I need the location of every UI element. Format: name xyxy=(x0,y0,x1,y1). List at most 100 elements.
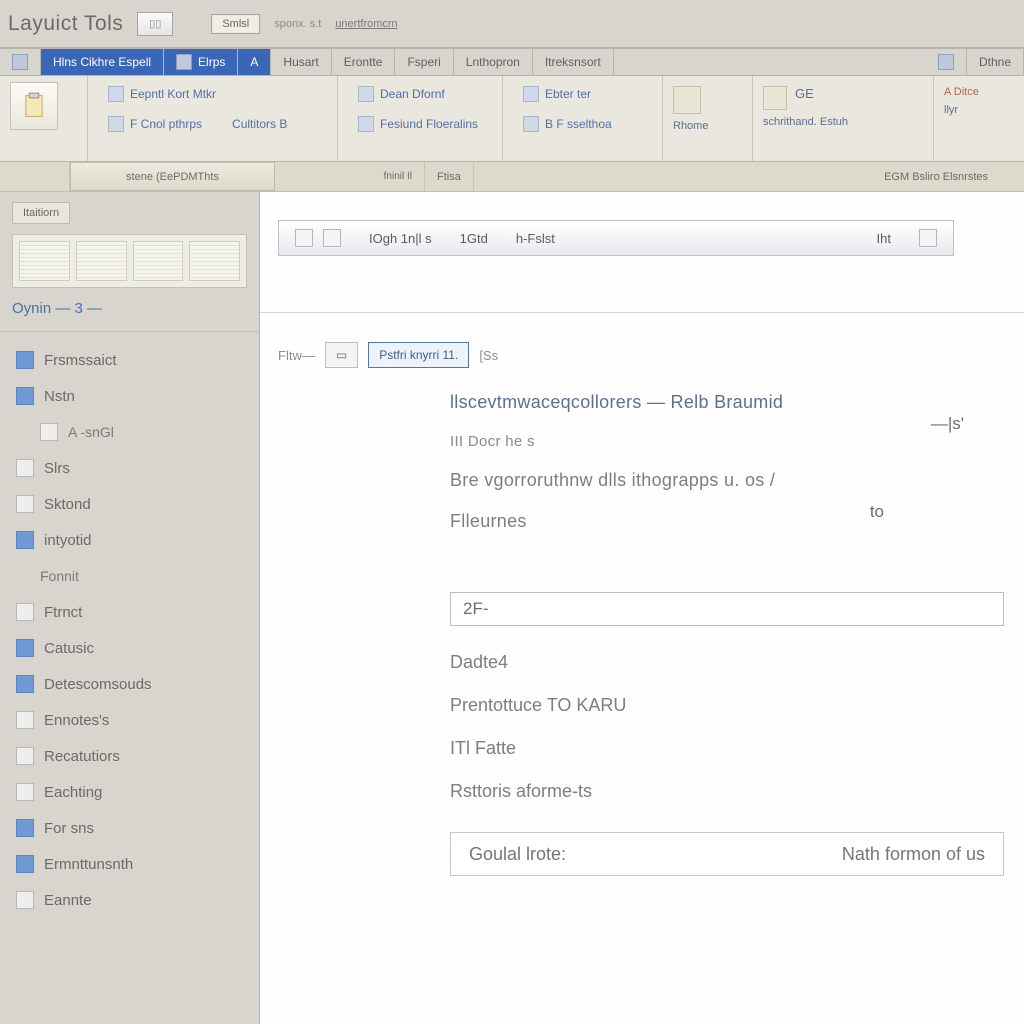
context-link[interactable]: unertfromcrn xyxy=(335,18,397,30)
sidebar-item[interactable]: intyotid xyxy=(0,522,259,558)
label: Sktond xyxy=(44,496,91,513)
tool-icon[interactable] xyxy=(763,86,787,110)
rbtn-ebt[interactable]: Ebter ter xyxy=(513,82,601,106)
tab-label: A xyxy=(250,55,258,69)
box-icon[interactable] xyxy=(323,229,341,247)
table-icon xyxy=(523,86,539,102)
mid-tab-selected[interactable]: Pstfri knyrri 11. xyxy=(368,342,469,368)
rbtn-cult[interactable]: Cultitors B xyxy=(222,112,297,136)
after-label: [Ss xyxy=(479,348,498,363)
value-input[interactable]: 2F- xyxy=(450,592,1004,626)
sidebar-item[interactable]: Slrs xyxy=(0,450,259,486)
sidebar-list: Frsmssaict Nstn A -snGl Slrs Sktond inty… xyxy=(0,332,259,1024)
label: Frsmssaict xyxy=(44,352,117,369)
sidebar-item[interactable]: A -snGl xyxy=(0,414,259,450)
sidebar-item[interactable]: Eachting xyxy=(0,774,259,810)
tab-label: Elrps xyxy=(198,55,225,69)
thumb-icon[interactable] xyxy=(189,241,240,281)
prop-d: Iht xyxy=(877,231,891,246)
file-icon xyxy=(12,54,28,70)
tab-home[interactable]: Hlns Cikhre Espell xyxy=(41,49,164,75)
person-icon xyxy=(16,819,34,837)
subbar-detail[interactable]: EGM Bsliro Elsnrstes xyxy=(872,162,1024,191)
sidebar-chip[interactable]: Itaitiorn xyxy=(12,202,70,224)
rbtn-cnol[interactable]: F Cnol pthrps xyxy=(98,112,212,136)
sidebar-item[interactable]: Sktond xyxy=(0,486,259,522)
subbar-title[interactable]: stene (EePDMThts xyxy=(70,162,275,191)
mid-tab[interactable]: ▭ xyxy=(325,342,358,368)
prop-b: 1Gtd xyxy=(460,231,488,246)
label[interactable]: llyr xyxy=(944,104,979,116)
thumb-icon[interactable] xyxy=(133,241,184,281)
label: intyotid xyxy=(44,532,92,549)
box-icon[interactable] xyxy=(295,229,313,247)
sidebar-item[interactable]: Fonnit xyxy=(0,558,259,594)
tab-home-3[interactable]: A xyxy=(238,49,271,75)
paste-icon xyxy=(20,92,48,120)
sub-bar: stene (EePDMThts fninil Il Ftisa EGM Bsl… xyxy=(0,162,1024,192)
rbtn-fesi[interactable]: Fesiund Floeralins xyxy=(348,112,488,136)
subbar-left[interactable] xyxy=(0,162,70,191)
tab-insert[interactable]: Husart xyxy=(271,49,331,75)
label: Slrs xyxy=(44,460,70,477)
sidebar-thumbnails[interactable] xyxy=(12,234,247,288)
sidebar-item[interactable]: Catusic xyxy=(0,630,259,666)
label: GE xyxy=(795,86,814,110)
main: Itaitiorn Oynin — 3 — Frsmssaict Nstn A … xyxy=(0,192,1024,1024)
footer-input[interactable]: Goulal lrote: Nath formon of us xyxy=(450,832,1004,876)
ribbon-group-2: Dean Dfornf Fesiund Floeralins xyxy=(338,76,503,161)
text-line: Flleurnes xyxy=(450,511,1004,532)
text-line: Bre vgorroruthnw dlls ithograpps u. os / xyxy=(450,470,1004,491)
sidebar-item[interactable]: Frsmssaict xyxy=(0,342,259,378)
rbtn-kort[interactable]: Eepntl Kort Mtkr xyxy=(98,82,226,106)
label: Rhome xyxy=(673,120,708,132)
pager-icon[interactable]: ▯▯ xyxy=(137,12,173,36)
sidebar-item[interactable]: Ermnttunsnth xyxy=(0,846,259,882)
thumb-icon[interactable] xyxy=(19,241,70,281)
rbtn-ssel[interactable]: B F sselthoa xyxy=(513,112,622,136)
thumb-icon[interactable] xyxy=(76,241,127,281)
tab-file[interactable] xyxy=(0,49,41,75)
doc-icon xyxy=(108,116,124,132)
property-bar[interactable]: IOgh 1n|l s 1Gtd h-Fslst Iht xyxy=(278,220,954,256)
sidebar-item[interactable]: For sns xyxy=(0,810,259,846)
plus-icon[interactable] xyxy=(919,229,937,247)
context-meta: sponx. s.t xyxy=(274,18,321,30)
paste-button[interactable] xyxy=(10,82,58,130)
prop-a: IOgh 1n|l s xyxy=(369,231,432,246)
pic-icon[interactable] xyxy=(611,82,635,106)
footer-left: Goulal lrote: xyxy=(469,844,566,865)
label: B F sselthoa xyxy=(545,117,612,131)
subbar-mid[interactable]: Ftisa xyxy=(425,162,474,191)
doc-icon xyxy=(358,86,374,102)
label: For sns xyxy=(44,820,94,837)
sidebar-item[interactable]: Ftrnct xyxy=(0,594,259,630)
context-chip[interactable]: Smlsl xyxy=(211,14,260,34)
tab-end[interactable]: Dthne xyxy=(967,49,1024,75)
sidebar-item[interactable]: Eannte xyxy=(0,882,259,918)
label[interactable]: A Ditce xyxy=(944,86,979,98)
doc-icon xyxy=(16,783,34,801)
label: Eachting xyxy=(44,784,102,801)
tab-review[interactable]: Itreksnsort xyxy=(533,49,614,75)
ribbon-group-4: Rhome xyxy=(663,76,753,161)
gear-icon xyxy=(938,54,954,70)
canvas: IOgh 1n|l s 1Gtd h-Fslst Iht Fltw— ▭ Pst… xyxy=(260,192,1024,1024)
tab-fsperi[interactable]: Fsperi xyxy=(395,49,453,75)
sidebar-item[interactable]: Nstn xyxy=(0,378,259,414)
sidebar-item[interactable]: Ennotes's xyxy=(0,702,259,738)
mid-tab-row: Fltw— ▭ Pstfri knyrri 11. [Ss xyxy=(278,342,498,368)
tab-format[interactable]: Erontte xyxy=(332,49,396,75)
tab-help-icon[interactable] xyxy=(926,49,967,75)
label: F Cnol pthrps xyxy=(130,117,202,131)
sidebar-item[interactable]: Detescomsouds xyxy=(0,666,259,702)
doc-icon xyxy=(16,495,34,513)
sidebar-item[interactable]: Recatutiors xyxy=(0,738,259,774)
label: Eepntl Kort Mtkr xyxy=(130,87,216,101)
tab-home-2[interactable]: Elrps xyxy=(164,49,238,75)
to-label: to xyxy=(870,502,884,522)
rbtn-dean[interactable]: Dean Dfornf xyxy=(348,82,455,106)
home-icon[interactable] xyxy=(673,86,701,114)
label: Recatutiors xyxy=(44,748,120,765)
tab-layout[interactable]: Lnthopron xyxy=(454,49,533,75)
